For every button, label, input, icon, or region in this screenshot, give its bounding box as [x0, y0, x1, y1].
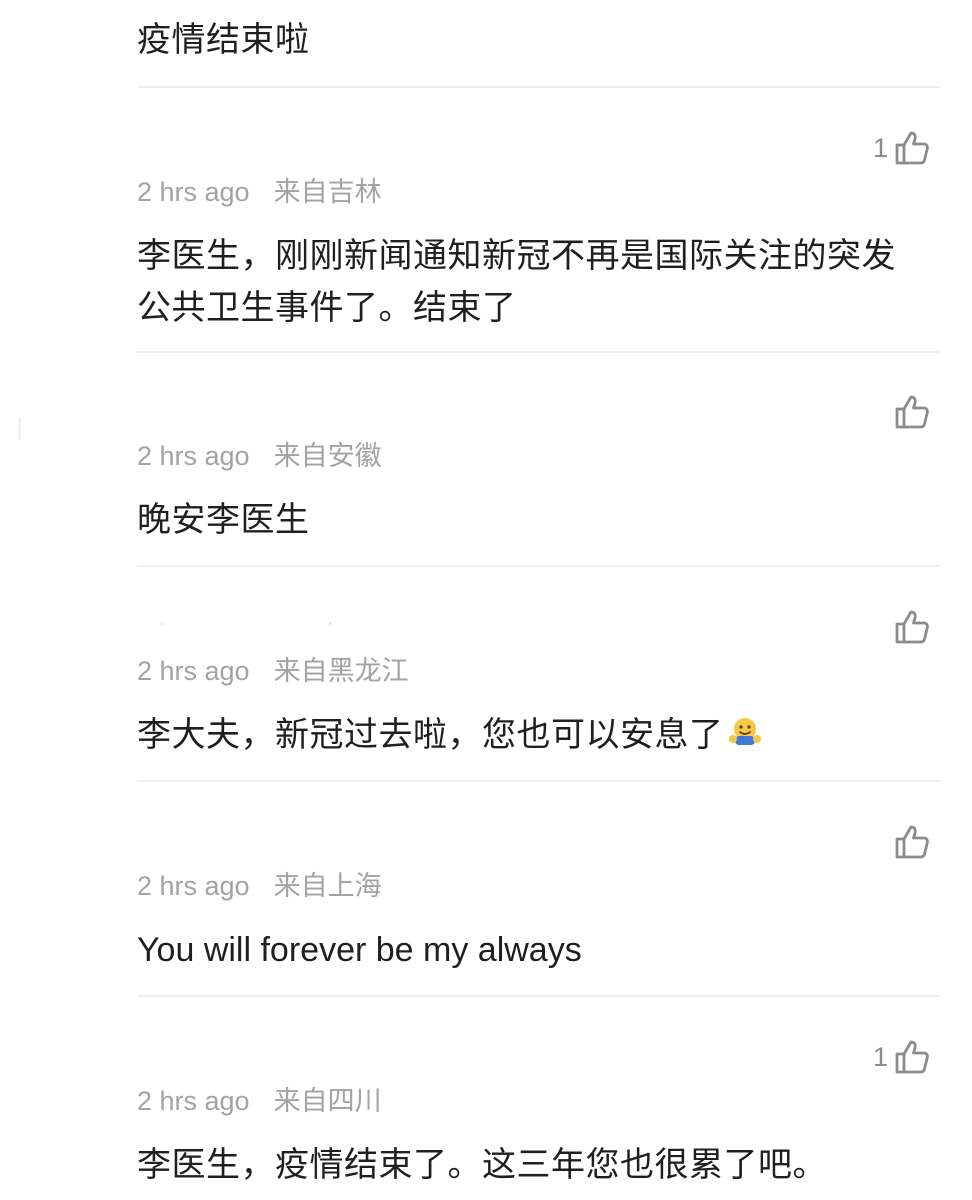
like-count: 1 [872, 1042, 888, 1072]
comment-meta: 2 hrs ago 来自黑龙江 [137, 654, 409, 688]
comment-text-line: 公共卫生事件了。结束了 [137, 288, 517, 328]
hug-emoji-icon [726, 714, 764, 752]
comment-time: 2 hrs ago [137, 1086, 250, 1116]
thumbs-up-icon [892, 607, 932, 647]
comment-time: 2 hrs ago [137, 871, 250, 901]
comment-meta: 2 hrs ago 来自四川 [137, 1084, 382, 1118]
comment-time: 2 hrs ago [137, 656, 250, 686]
comment-location: 来自上海 [273, 871, 382, 901]
comment-divider [137, 86, 940, 88]
comment-text: 疫情结束啦 [137, 20, 310, 60]
comment-time: 2 hrs ago [137, 441, 250, 471]
faint-artifact [160, 622, 332, 626]
comment-divider [137, 351, 940, 353]
comment-text: 晚安李医生 [137, 500, 310, 540]
like-button[interactable] [888, 820, 932, 864]
comment-time: 2 hrs ago [137, 177, 250, 207]
comment-meta: 2 hrs ago 来自吉林 [137, 175, 382, 209]
comment-divider [137, 565, 940, 567]
comment-meta: 2 hrs ago 来自安徽 [137, 439, 382, 473]
thumbs-up-icon [892, 392, 932, 432]
like-button[interactable]: 1 [873, 1035, 932, 1079]
comment-text: 李大夫，新冠过去啦，您也可以安息了 [137, 709, 937, 761]
comment-meta: 2 hrs ago 来自上海 [137, 869, 382, 903]
comment-text: 李医生，疫情结束了。这三年您也很累了吧。 [137, 1145, 827, 1185]
like-button[interactable] [888, 390, 932, 434]
comment-location: 来自吉林 [273, 177, 382, 207]
like-count: 1 [872, 133, 888, 163]
comment-feed: 疫情结束啦 1 2 hrs ago 来自吉林 李医生，刚刚新闻通知新冠不再是国际关… [0, 0, 972, 1200]
comment-text: You will forever be my always [137, 931, 582, 969]
edge-mark [18, 418, 21, 440]
comment-location: 来自四川 [273, 1086, 382, 1116]
comment-location: 来自黑龙江 [273, 656, 409, 686]
comment-text-body: 李大夫，新冠过去啦，您也可以安息了 [137, 715, 724, 755]
comment-location: 来自安徽 [273, 441, 382, 471]
thumbs-up-icon [892, 1037, 932, 1077]
thumbs-up-icon [892, 128, 932, 168]
comment-text-line: 李医生，刚刚新闻通知新冠不再是国际关注的突发 [137, 236, 896, 276]
comment-divider [137, 780, 940, 782]
like-button[interactable]: 1 [873, 126, 932, 170]
thumbs-up-icon [892, 822, 932, 862]
like-button[interactable] [888, 605, 932, 649]
comment-text: 李医生，刚刚新闻通知新冠不再是国际关注的突发 公共卫生事件了。结束了 [137, 230, 937, 334]
comment-divider [137, 995, 940, 997]
